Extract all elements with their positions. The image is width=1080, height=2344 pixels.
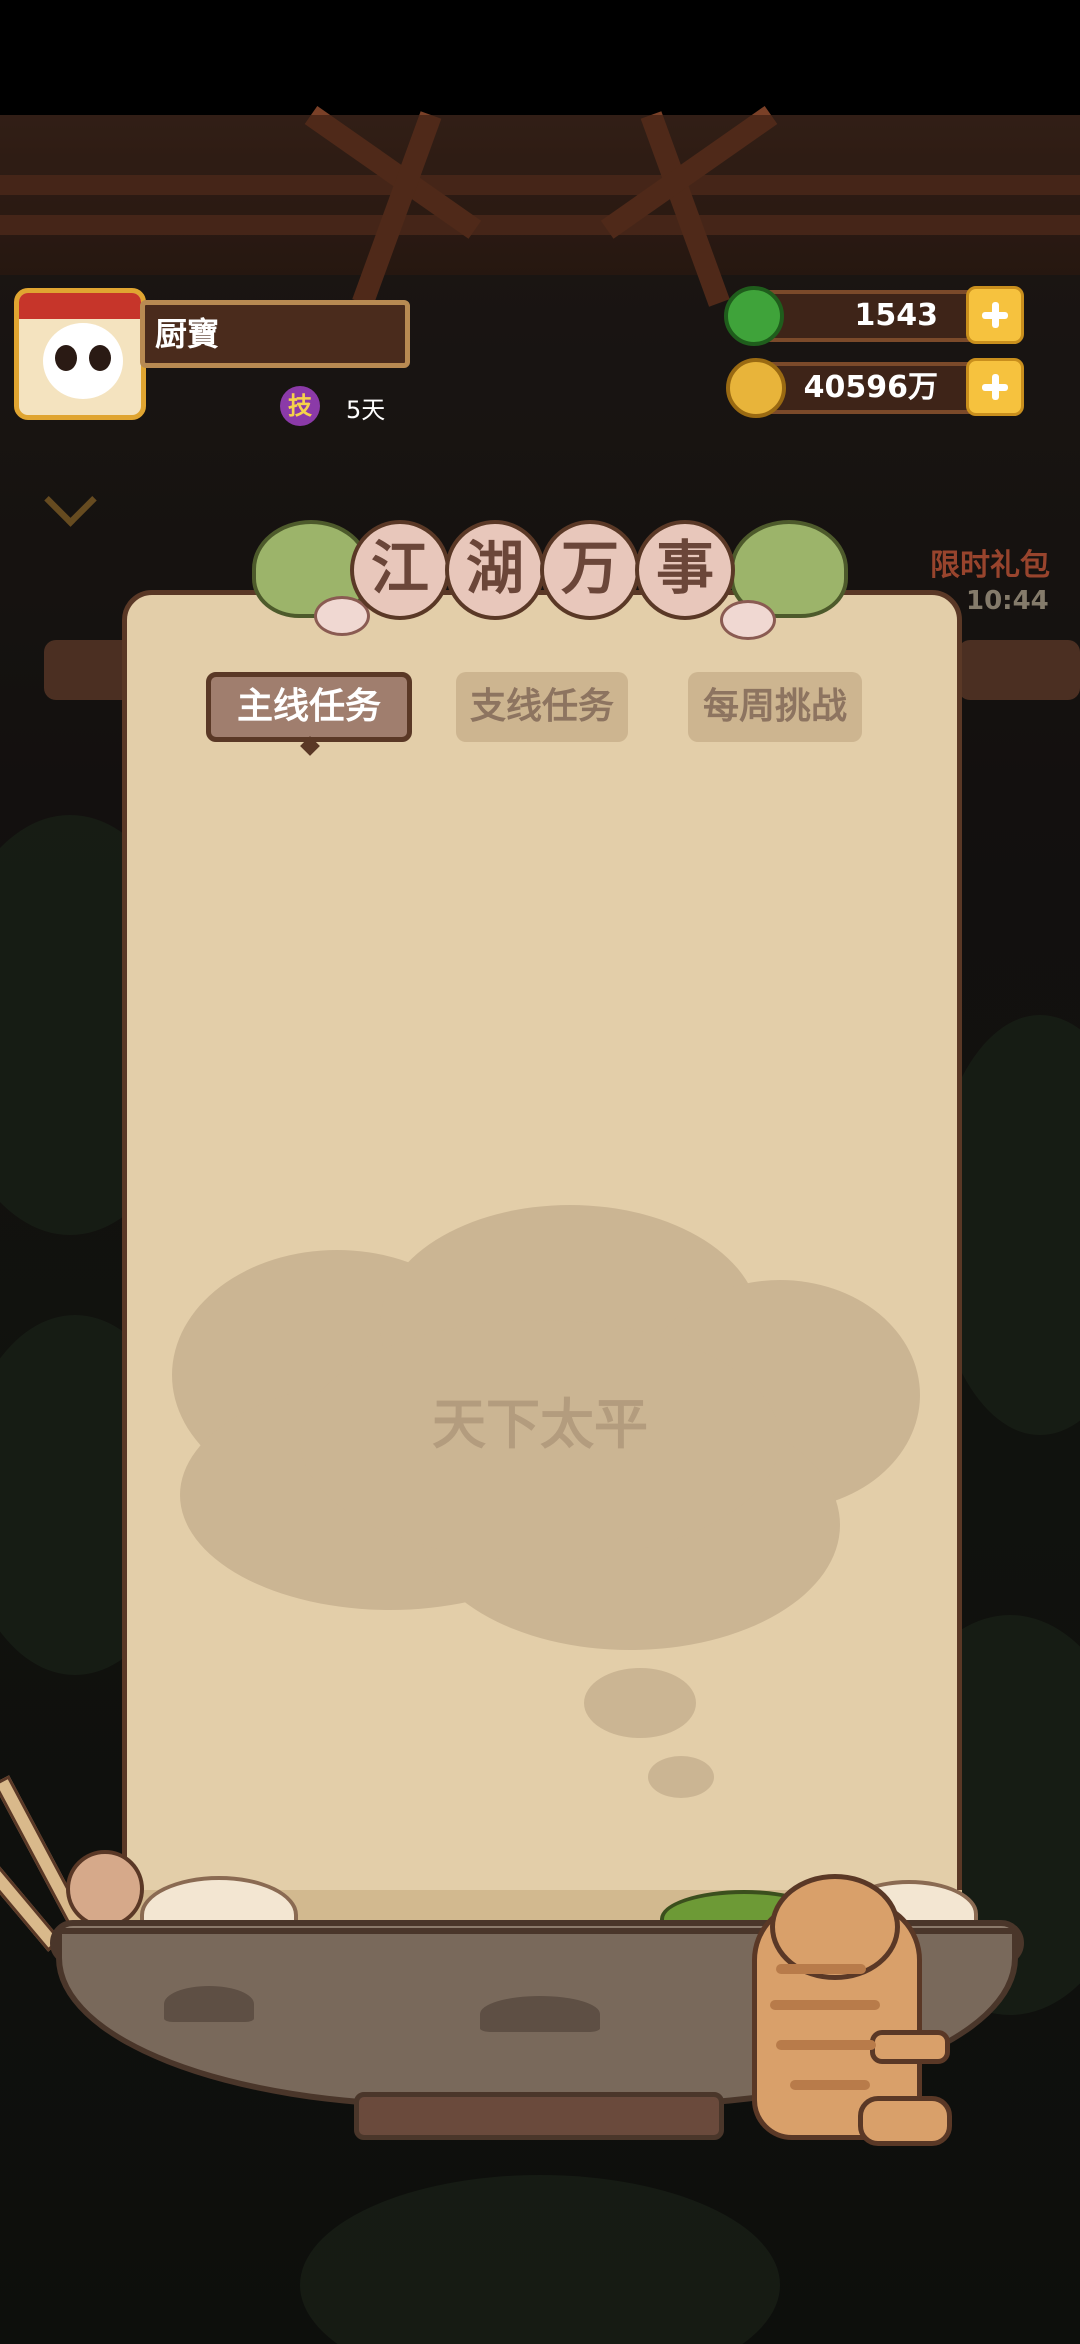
days-count: 5天	[346, 396, 386, 424]
add-jade-button[interactable]	[966, 286, 1024, 344]
skill-badge-icon: 技	[280, 386, 320, 426]
mochi-decoration	[720, 600, 776, 640]
scroll-rod-right	[958, 640, 1080, 700]
panel-title-char: 江	[350, 520, 450, 620]
bowl-foot	[354, 2092, 724, 2140]
bowl-spot	[480, 1996, 600, 2032]
tab-weekly-challenge[interactable]: 每周挑战	[688, 672, 862, 742]
panel-title-char: 万	[540, 520, 640, 620]
panel-title-char: 湖	[445, 520, 545, 620]
scroll-rod-left	[44, 640, 134, 700]
fishball-decoration	[66, 1850, 144, 1928]
panel-title: 江 湖 万 事	[252, 520, 848, 640]
bowl-spot	[164, 1986, 254, 2022]
limited-gift-timer: 10:44	[966, 586, 1049, 616]
player-name: 厨寶	[140, 300, 410, 368]
limited-gift-label[interactable]: 限时礼包	[930, 540, 1050, 584]
coin-icon	[726, 358, 786, 418]
tab-main-quests[interactable]: 主线任务	[206, 672, 412, 742]
add-coins-button[interactable]	[966, 358, 1024, 416]
jade-icon	[724, 286, 784, 346]
empty-state-message: 天下太平	[432, 1393, 648, 1456]
player-avatar[interactable]	[14, 288, 146, 420]
tab-side-quests[interactable]: 支线任务	[456, 672, 628, 742]
panel-title-char: 事	[635, 520, 735, 620]
